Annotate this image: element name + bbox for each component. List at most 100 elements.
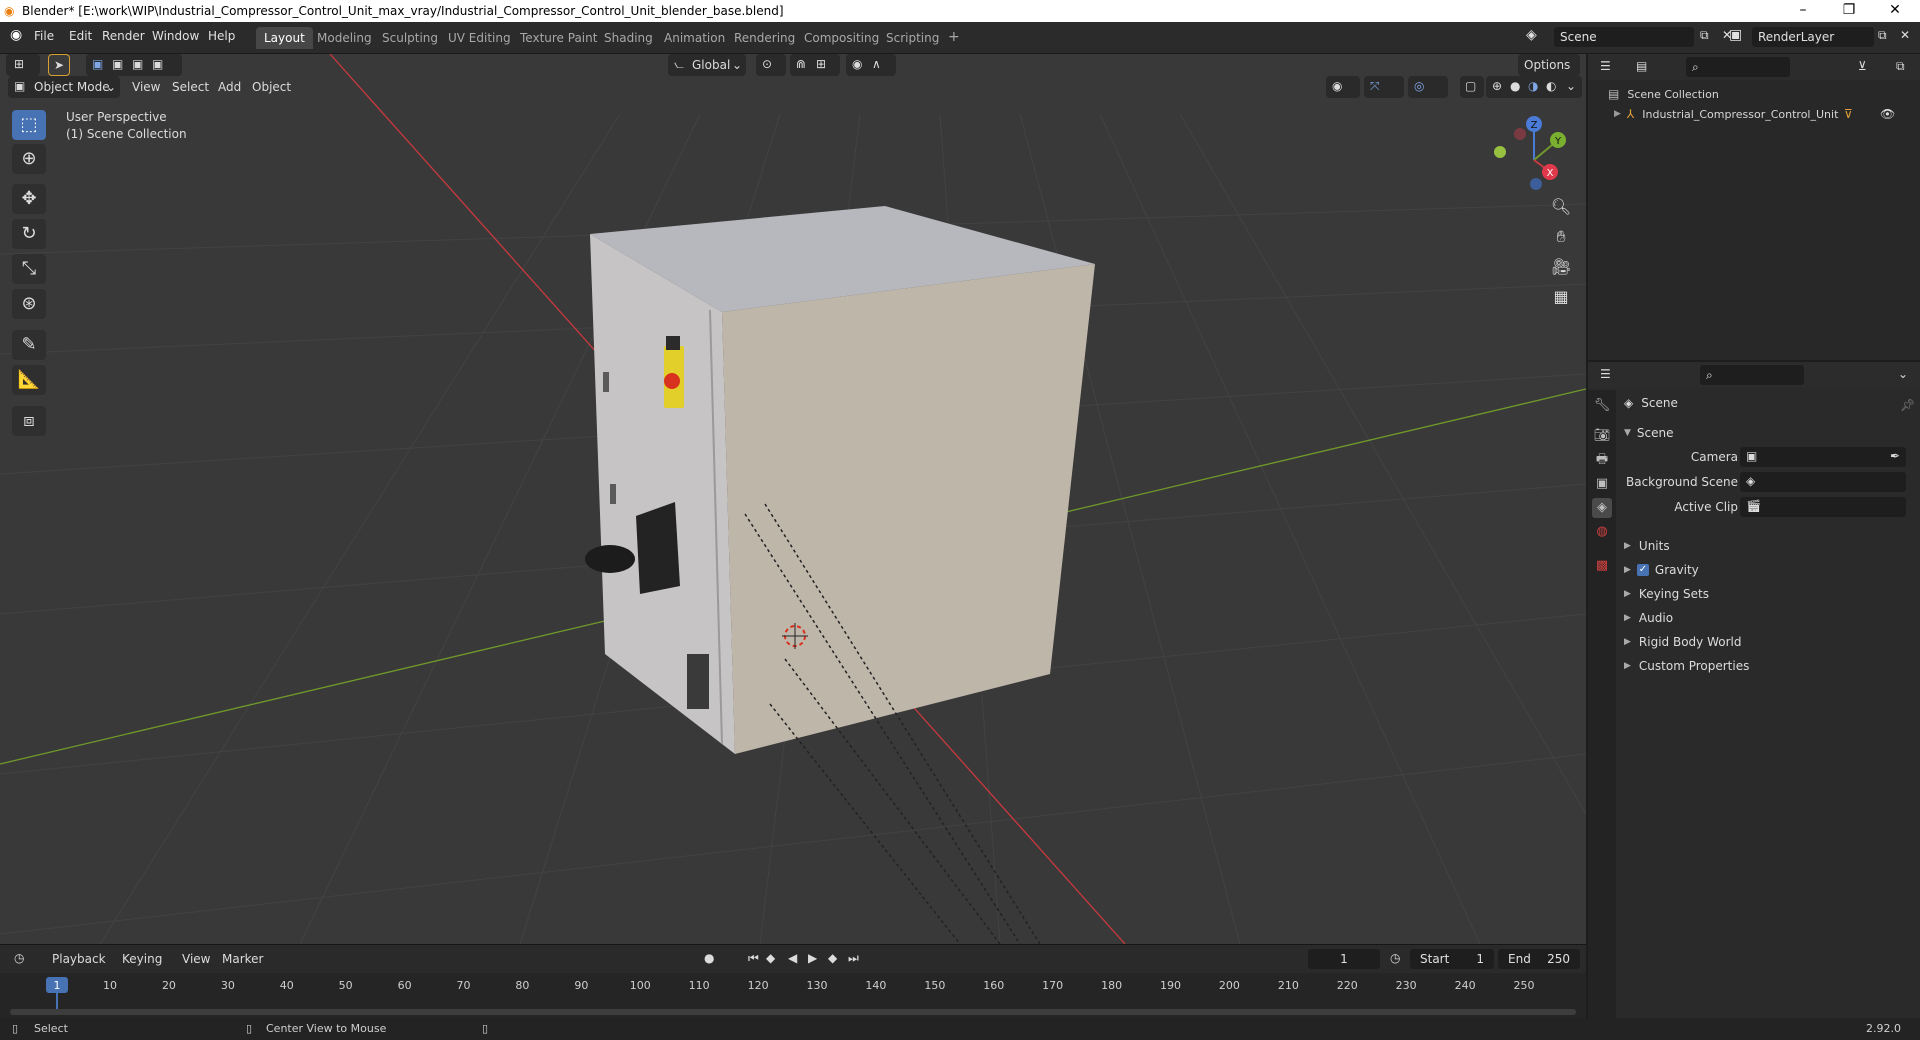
next-keyframe-icon[interactable]: ◆: [828, 951, 837, 965]
remove-renderlayer-icon[interactable]: ✕: [1900, 28, 1910, 42]
world-tab-icon[interactable]: ◍: [1592, 522, 1612, 542]
rotate-tool[interactable]: ↻: [12, 219, 46, 249]
properties-editor-type-icon[interactable]: ☰: [1600, 367, 1611, 381]
prev-keyframe-icon[interactable]: ◆: [766, 951, 775, 965]
play-reverse-icon[interactable]: ◀: [788, 951, 797, 965]
filter-icon[interactable]: ⊻: [1858, 59, 1867, 73]
end-frame-field[interactable]: End 250: [1498, 949, 1580, 969]
tab-scripting[interactable]: Scripting: [878, 27, 947, 49]
annotate-tool[interactable]: ✎: [12, 330, 46, 360]
current-frame-field[interactable]: 1: [1308, 949, 1380, 969]
tab-texture-paint[interactable]: Texture Paint: [512, 27, 605, 49]
3d-viewport[interactable]: ⊞ ➤ ▣ ▣ ▣ ▣ ⦦ Global ⌄ ⊙ ⋒ ⊞ ◉ ∧ Options…: [0, 54, 1586, 944]
camera-field[interactable]: ▣ ✒: [1740, 447, 1906, 467]
object-mode-dropdown[interactable]: ▣ Object Mode ⌄: [8, 76, 120, 98]
add-cube-tool[interactable]: ⧈: [12, 406, 46, 436]
maximize-button[interactable]: ❐: [1826, 0, 1872, 22]
units-subpanel[interactable]: ▶ Units: [1624, 539, 1670, 553]
jump-start-icon[interactable]: ⏮: [748, 951, 759, 966]
viewport-menu-view[interactable]: View: [132, 80, 160, 94]
pan-hand-icon[interactable]: ✋︎: [1548, 224, 1574, 250]
texture-tab-icon[interactable]: ▩: [1592, 556, 1612, 576]
render-tab-icon[interactable]: 📷︎: [1592, 426, 1612, 446]
tab-compositing[interactable]: Compositing: [796, 27, 887, 49]
scene-tab-icon[interactable]: ◈: [1592, 498, 1612, 518]
tab-shading[interactable]: Shading: [596, 27, 661, 49]
options-dropdown[interactable]: Options: [1518, 54, 1580, 76]
select-box-tool[interactable]: ⬚: [12, 110, 46, 140]
new-renderlayer-icon[interactable]: ⧉: [1878, 28, 1887, 43]
rendered-shading-icon[interactable]: ◐: [1546, 79, 1556, 93]
record-icon[interactable]: ●: [704, 951, 714, 965]
timeline-menu-playback[interactable]: Playback: [46, 948, 114, 970]
new-scene-icon[interactable]: ⧉: [1700, 28, 1709, 43]
minimize-button[interactable]: –: [1780, 0, 1826, 22]
selection-subtract-icon[interactable]: ▣: [132, 57, 143, 71]
properties-search-input[interactable]: ⌕: [1700, 365, 1804, 385]
tool-tab-icon[interactable]: 🔧︎: [1592, 396, 1612, 416]
gravity-checkbox[interactable]: ✓: [1636, 564, 1649, 576]
visibility-eye-icon[interactable]: 👁︎: [1880, 107, 1895, 121]
tab-uv-editing[interactable]: UV Editing: [440, 27, 519, 49]
selection-extend-icon[interactable]: ▣: [112, 57, 123, 71]
start-frame-field[interactable]: Start 1: [1410, 949, 1494, 969]
clock-icon[interactable]: ◷: [1390, 951, 1400, 965]
view-layer-tab-icon[interactable]: ▣: [1592, 474, 1612, 494]
blender-menu-icon[interactable]: ◉: [10, 27, 22, 43]
editor-type-button[interactable]: ⊞: [6, 54, 40, 76]
background-scene-field[interactable]: ◈: [1740, 472, 1906, 492]
timeline-scrollbar[interactable]: [10, 1009, 1576, 1015]
chevron-down-icon[interactable]: ⌄: [1898, 367, 1908, 381]
pivot-point-dropdown[interactable]: ⊙: [756, 54, 786, 76]
jump-end-icon[interactable]: ⏭: [848, 951, 859, 966]
selection-invert-icon[interactable]: ▣: [152, 57, 163, 71]
close-button[interactable]: ✕: [1872, 0, 1918, 22]
selection-mode-group[interactable]: ▣ ▣ ▣ ▣: [86, 54, 182, 76]
outliner-scene-collection-row[interactable]: ▤ Scene Collection: [1608, 84, 1719, 104]
proportional-edit-toggle[interactable]: ◉ ∧: [846, 54, 896, 76]
selection-new-icon[interactable]: ▣: [92, 57, 103, 71]
solid-shading-icon[interactable]: ●: [1510, 79, 1520, 93]
new-collection-icon[interactable]: ⧉: [1896, 59, 1905, 74]
expand-arrow-icon[interactable]: ▶: [1614, 109, 1621, 119]
renderlayer-selector-icon[interactable]: ▣: [1729, 27, 1742, 43]
tab-layout[interactable]: Layout: [256, 27, 313, 49]
tab-rendering[interactable]: Rendering: [726, 27, 803, 49]
timeline-editor-type[interactable]: ◷: [8, 948, 40, 970]
outliner-item-control-unit[interactable]: ▶ ⅄ Industrial_Compressor_Control_Unit ⊽…: [1614, 104, 1914, 124]
select-tool-button[interactable]: ➤: [48, 54, 70, 76]
outliner-editor-type-icon[interactable]: ☰: [1600, 59, 1611, 73]
transform-orientation-dropdown[interactable]: ⦦ Global ⌄: [668, 54, 746, 76]
scene-field[interactable]: Scene: [1554, 27, 1694, 47]
viewport-menu-add[interactable]: Add: [218, 80, 241, 94]
perspective-grid-icon[interactable]: ▦: [1548, 284, 1574, 310]
menu-render[interactable]: Render: [102, 29, 145, 43]
zoom-icon[interactable]: 🔍︎: [1548, 194, 1574, 220]
viewport-scene[interactable]: [0, 54, 1586, 944]
menu-help[interactable]: Help: [208, 29, 235, 43]
play-icon[interactable]: ▶: [808, 951, 817, 965]
outliner-search-input[interactable]: ⌕: [1686, 57, 1790, 77]
timeline-menu-marker[interactable]: Marker: [222, 952, 263, 966]
modifier-filter-icon[interactable]: ⊽: [1844, 107, 1853, 121]
active-clip-field[interactable]: 🎬︎: [1740, 497, 1906, 517]
move-tool[interactable]: ✥: [12, 184, 46, 214]
wireframe-shading-icon[interactable]: ⊕: [1492, 79, 1502, 93]
tab-modeling[interactable]: Modeling: [309, 27, 380, 49]
material-shading-icon[interactable]: ◑: [1528, 79, 1538, 93]
gizmo-toggle[interactable]: ⤧: [1364, 76, 1404, 98]
xray-toggle[interactable]: ▢: [1460, 76, 1484, 98]
viewport-menu-object[interactable]: Object: [252, 80, 291, 94]
eyedropper-icon[interactable]: ✒: [1890, 449, 1900, 463]
custom-properties-subpanel[interactable]: ▶ Custom Properties: [1624, 659, 1749, 673]
navigation-gizmo[interactable]: Z Y X: [1488, 112, 1580, 208]
snap-toggle[interactable]: ⋒ ⊞: [790, 54, 840, 76]
measure-tool[interactable]: 📐: [12, 365, 46, 395]
renderlayer-field[interactable]: RenderLayer: [1752, 27, 1874, 47]
camera-view-icon[interactable]: 🎥︎: [1548, 254, 1574, 280]
add-workspace-button[interactable]: +: [940, 25, 968, 47]
scene-selector-icon[interactable]: ◈: [1526, 27, 1537, 43]
display-mode-icon[interactable]: ▤: [1636, 59, 1647, 73]
menu-window[interactable]: Window: [152, 29, 199, 43]
output-tab-icon[interactable]: 🖶: [1592, 450, 1612, 470]
